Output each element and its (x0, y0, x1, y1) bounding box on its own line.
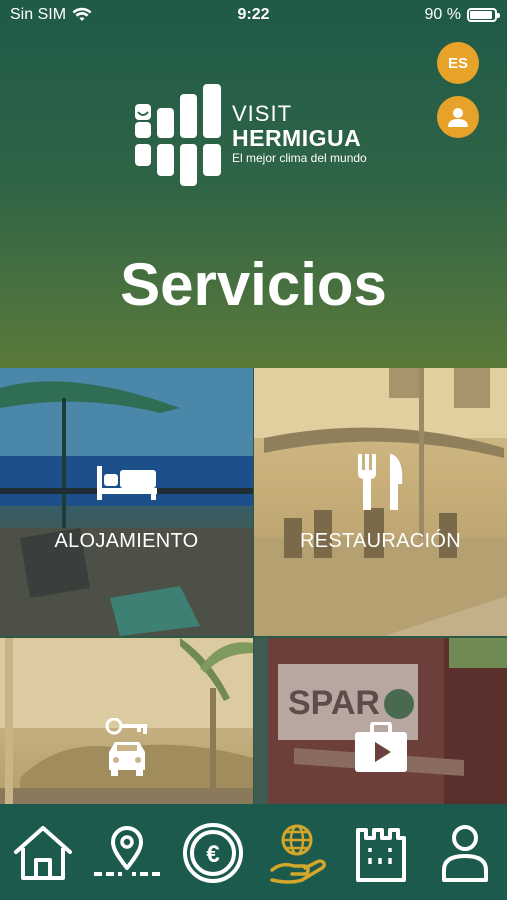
status-bar: Sin SIM 9:22 90 % (0, 0, 507, 30)
logo-name: HERMIGUA (232, 125, 362, 151)
tab-services[interactable] (262, 818, 332, 888)
service-tile-restauracion[interactable]: RESTAURACIÓN (254, 368, 507, 636)
visit-hermigua-logo: VISIT HERMIGUA El mejor clima del mundo (132, 82, 392, 192)
svg-text:SPAR: SPAR (288, 684, 380, 722)
language-button[interactable]: ES (437, 42, 479, 84)
service-tile-transporte[interactable] (0, 638, 253, 804)
beach-scene-image (0, 368, 253, 636)
euro-coin-icon: € (183, 823, 243, 883)
shop-scene-image: SPAR (254, 638, 507, 804)
svg-text:€: € (206, 841, 219, 868)
bed-icon (97, 466, 157, 500)
tab-routes[interactable] (92, 818, 162, 888)
header: Sin SIM 9:22 90 % ES VISIT HERMIGUA El m… (0, 0, 507, 368)
service-label: ALOJAMIENTO (54, 530, 199, 552)
castle-tower-icon (356, 828, 406, 882)
tab-prices[interactable]: € (178, 818, 248, 888)
car-key-icon (105, 718, 147, 776)
home-icon (14, 826, 72, 880)
route-pin-icon (94, 826, 160, 876)
user-profile-button[interactable] (437, 96, 479, 138)
battery-percent: 90 % (424, 6, 461, 23)
user-icon (448, 108, 468, 127)
tab-home[interactable] (8, 818, 78, 888)
service-label: RESTAURACIÓN (299, 530, 462, 552)
fork-knife-icon (358, 454, 403, 510)
battery-icon (467, 8, 500, 22)
service-tile-alojamiento[interactable]: ALOJAMIENTO (0, 368, 253, 636)
services-grid: ALOJAMIENTO RESTAURACIÓN SPAR (0, 368, 507, 804)
page-title: Servicios (120, 251, 387, 318)
logo-bars-icon (135, 84, 221, 186)
battery-status: 90 % (424, 6, 500, 24)
bottom-tab-bar: € (0, 804, 507, 900)
logo-text: VISIT HERMIGUA El mejor clima del mundo (232, 102, 367, 166)
service-tile-comercio[interactable]: SPAR (254, 638, 507, 804)
shopping-bag-icon (355, 722, 407, 772)
globe-hand-icon (270, 824, 327, 884)
tab-profile[interactable] (430, 818, 500, 888)
tab-heritage[interactable] (346, 818, 416, 888)
person-icon (442, 825, 488, 882)
logo-tagline: El mejor clima del mundo (232, 151, 367, 165)
logo-visit: VISIT (232, 101, 293, 126)
